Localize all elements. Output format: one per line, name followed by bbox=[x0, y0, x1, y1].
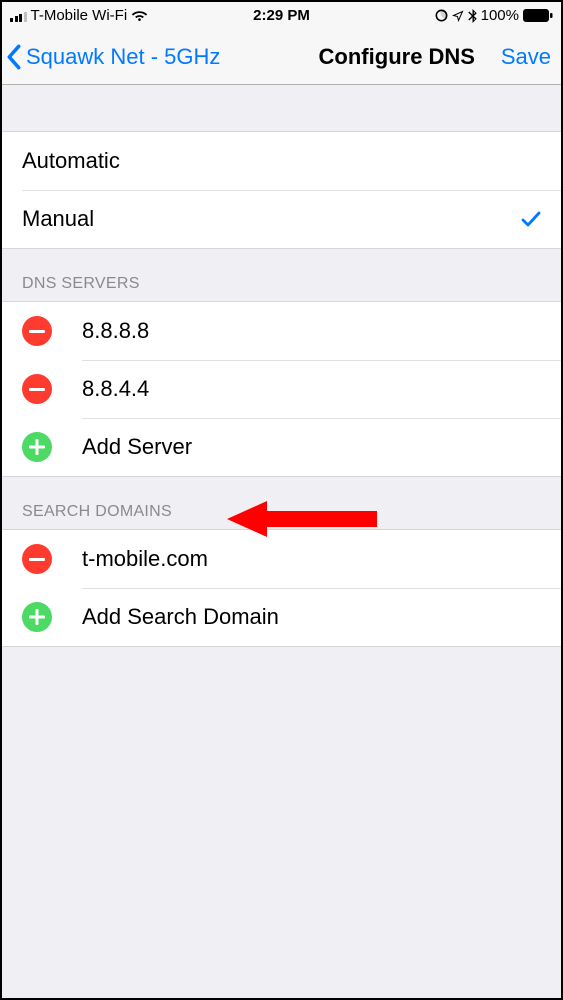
mode-label: Automatic bbox=[22, 148, 120, 174]
battery-icon bbox=[523, 9, 553, 22]
search-domains-header: SEARCH DOMAINS bbox=[2, 477, 561, 529]
status-bar: T-Mobile Wi-Fi 2:29 PM 100% bbox=[2, 2, 561, 29]
add-search-domain-row[interactable]: Add Search Domain bbox=[2, 588, 561, 646]
carrier-label: T-Mobile Wi-Fi bbox=[31, 7, 128, 24]
status-time: 2:29 PM bbox=[253, 7, 310, 24]
remove-icon[interactable] bbox=[22, 316, 52, 346]
dns-mode-group: Automatic Manual bbox=[2, 131, 561, 249]
search-domain-row[interactable]: t-mobile.com bbox=[2, 530, 561, 588]
back-label: Squawk Net - 5GHz bbox=[26, 44, 220, 70]
cellular-signal-icon bbox=[10, 10, 27, 22]
chevron-left-icon bbox=[6, 44, 22, 70]
page-title: Configure DNS bbox=[319, 44, 475, 70]
dns-server-row[interactable]: 8.8.8.8 bbox=[2, 302, 561, 360]
mode-label: Manual bbox=[22, 206, 94, 232]
search-domains-group: t-mobile.com Add Search Domain bbox=[2, 529, 561, 647]
dns-servers-group: 8.8.8.8 8.8.4.4 Add Server bbox=[2, 301, 561, 477]
nav-bar: Squawk Net - 5GHz Configure DNS Save bbox=[2, 29, 561, 85]
add-server-row[interactable]: Add Server bbox=[2, 418, 561, 476]
do-not-disturb-icon bbox=[435, 9, 448, 22]
add-server-label: Add Server bbox=[82, 434, 192, 460]
mode-manual-row[interactable]: Manual bbox=[2, 190, 561, 248]
search-domain-value: t-mobile.com bbox=[82, 546, 208, 572]
dns-server-value: 8.8.4.4 bbox=[82, 376, 149, 402]
remove-icon[interactable] bbox=[22, 374, 52, 404]
bluetooth-icon bbox=[468, 9, 477, 23]
location-icon bbox=[452, 10, 464, 22]
save-button[interactable]: Save bbox=[501, 44, 551, 70]
add-search-domain-label: Add Search Domain bbox=[82, 604, 279, 630]
back-button[interactable]: Squawk Net - 5GHz bbox=[6, 44, 220, 70]
mode-automatic-row[interactable]: Automatic bbox=[2, 132, 561, 190]
dns-servers-header: DNS SERVERS bbox=[2, 249, 561, 301]
add-icon[interactable] bbox=[22, 432, 52, 462]
dns-server-row[interactable]: 8.8.4.4 bbox=[2, 360, 561, 418]
add-icon[interactable] bbox=[22, 602, 52, 632]
battery-percentage: 100% bbox=[481, 7, 519, 24]
checkmark-icon bbox=[521, 210, 541, 228]
wifi-icon bbox=[131, 9, 148, 22]
remove-icon[interactable] bbox=[22, 544, 52, 574]
dns-server-value: 8.8.8.8 bbox=[82, 318, 149, 344]
